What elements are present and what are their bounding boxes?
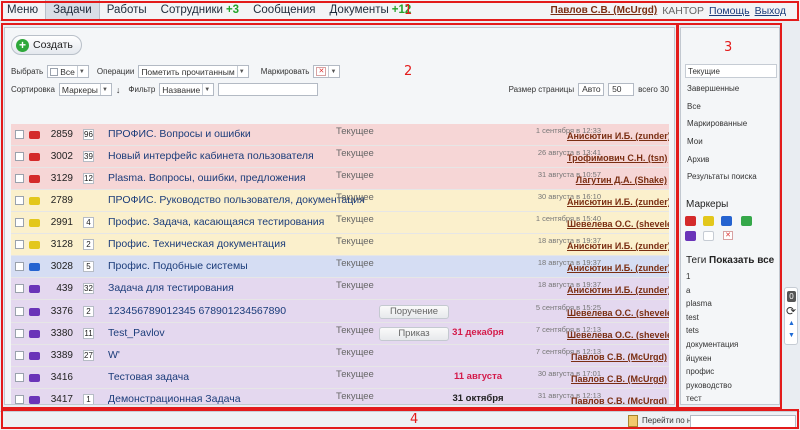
annotation-frame-3	[677, 23, 782, 409]
annotation-frame-2	[1, 23, 678, 409]
scroll-widget: 0 ⟳ ▲ ▼	[784, 287, 798, 345]
annotation-label-3: 3	[724, 40, 733, 55]
annotation-frame-4	[1, 409, 799, 429]
scroll-down-icon[interactable]: ▼	[788, 332, 795, 339]
annotation-label-4: 4	[410, 412, 419, 427]
annotation-label-2: 2	[404, 64, 413, 79]
annotation-frame-1	[1, 1, 799, 21]
scroll-up-icon[interactable]: ▲	[788, 320, 795, 327]
annotation-label-1: 1	[404, 3, 413, 18]
counter-badge: 0	[787, 291, 796, 302]
refresh-icon[interactable]: ⟳	[786, 304, 796, 318]
